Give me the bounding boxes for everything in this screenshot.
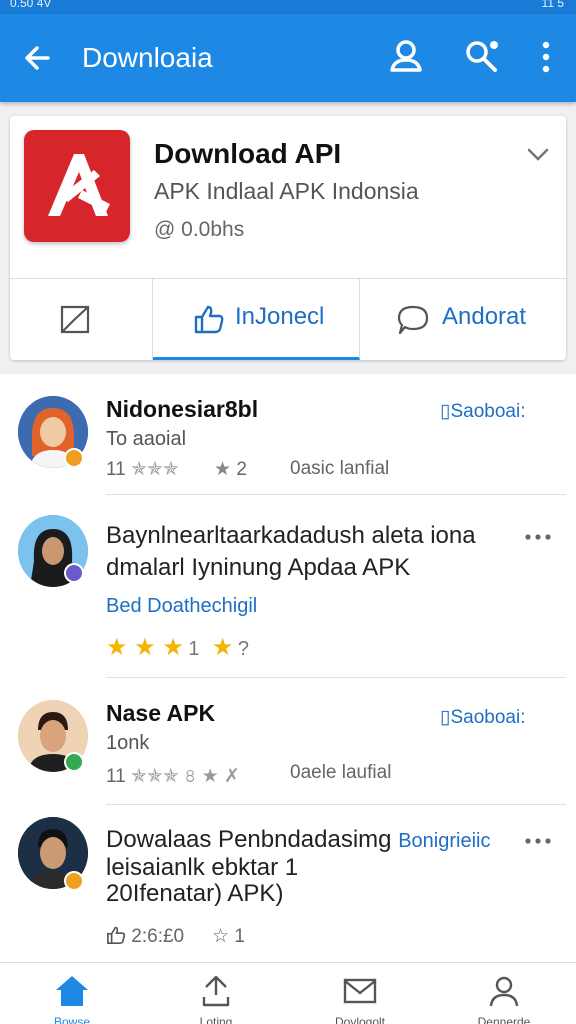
post-stat: 11 ✯✯✯: [106, 459, 179, 480]
thumbs-up-icon: [107, 926, 126, 944]
list-item[interactable]: Baynlnearltaarkadadush aleta iona dmalar…: [0, 495, 576, 679]
post-text-line: Dowalaas Penbndadasimg Bonigrieiic: [106, 826, 491, 853]
app-subtitle: APK Indlaal APK Indonsia: [154, 178, 419, 204]
tab-discuss[interactable]: Andorat: [360, 279, 566, 360]
post-text-line: dmalarl Iyninung Apdaa APK: [106, 554, 411, 581]
page-title: Downloaia: [82, 42, 213, 73]
nav-label: Bowse: [53, 1015, 91, 1024]
review-feed: Nidonesiar8bl To aaoial 11 ✯✯✯ ★ 2 0asic…: [0, 374, 576, 964]
list-item[interactable]: Nase APK 1onk 11 ✯✯✯ ৪ ★ ✗ 0aele laufial…: [0, 680, 576, 805]
tab-label: InJonecl: [235, 303, 325, 330]
app-meta: @ 0.0bhs: [154, 218, 245, 241]
app-tabs: InJonecl Andorat: [10, 278, 566, 360]
more-horiz-icon[interactable]: [524, 533, 552, 541]
status-bar: 0.50 4V 11 5: [0, 0, 576, 14]
chat-bubble-icon: [397, 305, 429, 335]
nav-label: Loting: [199, 1015, 233, 1024]
upload-icon: [202, 975, 230, 1007]
list-item[interactable]: Nidonesiar8bl To aaoial 11 ✯✯✯ ★ 2 0asic…: [0, 374, 576, 495]
divider: [106, 677, 566, 678]
chevron-down-icon[interactable]: [524, 142, 552, 166]
tab-inject[interactable]: InJonecl: [153, 279, 360, 360]
post-stars: ★ 2: [214, 459, 247, 480]
status-time: 0.50 4V: [10, 0, 52, 10]
post-text-line: 20Ifenatar) APK): [106, 880, 284, 907]
post-stat-label: 0asic lanfial: [290, 458, 390, 479]
tab-bookmark[interactable]: [10, 279, 153, 360]
app-card: Download API APK Indlaal APK Indonsia @ …: [10, 116, 566, 360]
nav-download[interactable]: Dovlogolt: [288, 963, 432, 1024]
verified-badge: [64, 448, 84, 468]
rating-stars: ★ ★ ★ 1 ★ ?: [106, 634, 250, 661]
post-stat: 11 ✯✯✯ ৪ ★ ✗: [106, 766, 240, 787]
bottom-navigation: Bowse Loting Dovlogolt Dennerde: [0, 962, 576, 1024]
post-subtitle: To aaoial: [106, 428, 187, 450]
status-indicators: 11 5: [541, 0, 564, 10]
nav-label: Dovlogolt: [334, 1015, 386, 1024]
more-vert-icon[interactable]: [528, 36, 564, 78]
post-link[interactable]: Bed Doathechigil: [106, 595, 257, 618]
profile-icon: [489, 976, 519, 1007]
nav-listing[interactable]: Loting: [144, 963, 288, 1024]
post-text-line: leisaianlk ebktar 1: [106, 854, 299, 881]
share-icon[interactable]: [462, 36, 502, 78]
like-count[interactable]: 2:6:£0: [106, 925, 184, 948]
nav-profile[interactable]: Dennerde: [432, 963, 576, 1024]
more-horiz-icon[interactable]: [524, 837, 552, 845]
tab-label: Andorat: [442, 303, 527, 330]
account-icon[interactable]: [386, 36, 426, 78]
list-item[interactable]: Dowalaas Penbndadasimg Bonigrieiic leisa…: [0, 805, 576, 964]
post-title: Nase APK: [106, 700, 216, 726]
thumbs-up-icon: [194, 305, 224, 334]
star-count[interactable]: ☆ 1: [212, 925, 245, 948]
app-bar: Downloaia: [0, 14, 576, 102]
verified-badge: [64, 871, 84, 891]
post-title: Nidonesiar8bl: [106, 396, 259, 422]
app-name: Download API: [154, 138, 342, 169]
post-stat-label: 0aele laufial: [290, 762, 392, 783]
subscribe-button[interactable]: ▯Saoboai:: [440, 400, 525, 423]
verified-badge: [64, 563, 84, 583]
app-logo: [24, 130, 130, 242]
home-icon: [56, 976, 88, 1006]
subscribe-button[interactable]: ▯Saoboai:: [440, 706, 525, 729]
nav-browse[interactable]: Bowse: [0, 963, 144, 1024]
nav-label: Dennerde: [477, 1015, 531, 1024]
verified-badge: [64, 752, 84, 772]
back-arrow-icon[interactable]: [18, 38, 58, 78]
post-text-line: Baynlnearltaarkadadush aleta iona: [106, 522, 476, 549]
mail-icon: [343, 978, 377, 1004]
bookmark-icon: [60, 305, 90, 334]
post-subtitle: 1onk: [106, 732, 150, 754]
